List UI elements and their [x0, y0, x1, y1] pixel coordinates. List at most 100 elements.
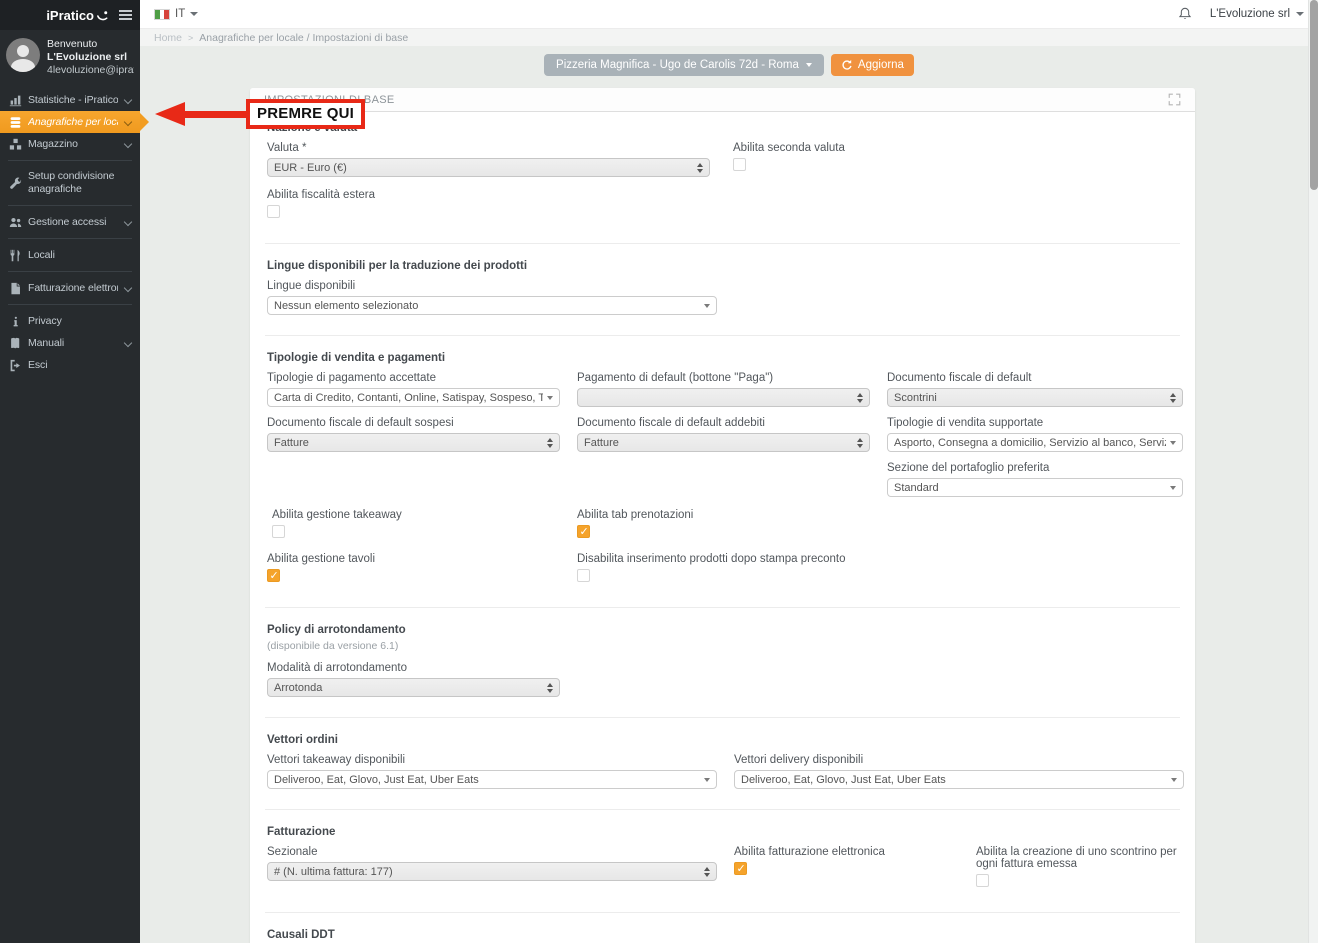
select-stepper-icon [704, 866, 710, 877]
preconto-checkbox[interactable] [577, 569, 590, 582]
section-heading: Fatturazione [267, 826, 336, 838]
sidebar-item-setup-condivisione[interactable]: Setup condivisione anagrafiche [0, 166, 140, 200]
vettori-delivery-label: Vettori delivery disponibili [734, 754, 864, 766]
select-stepper-icon [547, 682, 553, 693]
prenotazioni-checkbox[interactable] [577, 525, 590, 538]
wrench-icon [8, 177, 22, 190]
smile-logo-icon [97, 11, 108, 21]
takeaway-checkbox[interactable] [272, 525, 285, 538]
sidebar-item-privacy[interactable]: Privacy [0, 310, 140, 332]
valuta-label: Valuta * [267, 142, 307, 154]
fatt-elettronica-checkbox[interactable] [734, 862, 747, 875]
arrotondamento-label: Modalità di arrotondamento [267, 662, 407, 674]
divider [8, 271, 132, 272]
chevron-down-icon [124, 119, 131, 126]
lingue-multiselect[interactable]: Nessun elemento selezionato [267, 296, 717, 315]
bar-chart-icon [8, 94, 22, 107]
caret-down-icon [1296, 12, 1304, 16]
vendita-supportate-multiselect[interactable]: Asporto, Consegna a domicilio, Servizio … [887, 433, 1183, 452]
select-stepper-icon [857, 392, 863, 403]
sidebar-item-esci[interactable]: Esci [0, 354, 140, 376]
doc-addebiti-label: Documento fiscale di default addebiti [577, 417, 765, 429]
portafoglio-multiselect[interactable]: Standard [887, 478, 1183, 497]
app-logo[interactable]: iPratico [46, 7, 109, 23]
section-heading: Lingue disponibili per la traduzione dei… [267, 260, 528, 272]
doc-addebiti-select[interactable]: Fatture [577, 433, 870, 452]
doc-fiscale-label: Documento fiscale di default [887, 372, 1032, 384]
scontrino-per-fattura-checkbox[interactable] [976, 874, 989, 887]
refresh-button[interactable]: Aggiorna [830, 54, 914, 76]
select-stepper-icon [1170, 392, 1176, 403]
lingue-multiselect-value: Nessun elemento selezionato [274, 299, 419, 312]
cubes-icon [8, 138, 22, 151]
valuta-select[interactable]: EUR - Euro (€) [267, 158, 710, 177]
panel-header: IMPOSTAZIONI DI BASE [250, 88, 1195, 112]
hamburger-menu-icon[interactable] [119, 10, 132, 20]
section-heading: Tipologie di vendita e pagamenti [267, 352, 446, 364]
sidebar-item-gestione-accessi[interactable]: Gestione accessi [0, 211, 140, 233]
preconto-label: Disabilita inserimento prodotti dopo sta… [577, 553, 846, 565]
sidebar-item-label: Privacy [28, 314, 62, 327]
portafoglio-label: Sezione del portafoglio preferita [887, 462, 1050, 474]
scrollbar-thumb[interactable] [1310, 0, 1318, 190]
sidebar-item-label: Fatturazione elettronica [28, 281, 118, 294]
account-menu[interactable]: L'Evoluzione srl [1210, 8, 1304, 20]
sidebar-item-label: Anagrafiche per locale [28, 115, 118, 128]
sidebar-item-label: Gestione accessi [28, 215, 107, 228]
doc-addebiti-value: Fatture [584, 436, 619, 449]
panel-body: Nazione e valuta Valuta * EUR - Euro (€)… [250, 112, 1195, 943]
lingue-label: Lingue disponibili [267, 280, 356, 292]
notifications-bell-icon[interactable] [1178, 7, 1192, 21]
seconda-valuta-checkbox[interactable] [733, 158, 746, 171]
chevron-down-icon [124, 97, 131, 104]
sidebar-item-manuali[interactable]: Manuali [0, 332, 140, 354]
scrollbar-track[interactable] [1308, 0, 1318, 943]
refresh-icon [842, 59, 852, 70]
sign-out-icon [8, 359, 22, 372]
sidebar-item-anagrafiche-per-locale[interactable]: Anagrafiche per locale [0, 111, 149, 133]
pagamento-accettate-value: Carta di Credito, Contanti, Online, Sati… [274, 391, 543, 404]
fiscalita-estera-checkbox[interactable] [267, 205, 280, 218]
book-icon [8, 337, 22, 350]
expand-icon[interactable] [1168, 93, 1181, 106]
avatar[interactable] [6, 38, 40, 72]
fiscalita-estera-label: Abilita fiscalità estera [267, 189, 376, 201]
database-icon [8, 116, 22, 129]
account-name: L'Evoluzione srl [1209, 8, 1290, 20]
sezionale-select[interactable]: # (N. ultima fattura: 177) [267, 862, 717, 881]
divider [8, 160, 132, 161]
vettori-takeaway-multiselect[interactable]: Deliveroo, Eat, Glovo, Just Eat, Uber Ea… [267, 770, 717, 789]
pagamento-default-select[interactable] [577, 388, 870, 407]
user-name: L'Evoluzione srl [47, 51, 128, 63]
location-select-button[interactable]: Pizzeria Magnifica - Ugo de Carolis 72d … [544, 54, 824, 76]
arrotondamento-select[interactable]: Arrotonda [267, 678, 560, 697]
vendita-supportate-value: Asporto, Consegna a domicilio, Servizio … [894, 436, 1166, 449]
pagamento-accettate-multiselect[interactable]: Carta di Credito, Contanti, Online, Sati… [267, 388, 560, 407]
users-icon [8, 216, 22, 229]
vettori-delivery-multiselect[interactable]: Deliveroo, Eat, Glovo, Just Eat, Uber Ea… [734, 770, 1184, 789]
sidebar-item-magazzino[interactable]: Magazzino [0, 133, 140, 155]
sidebar-item-locali[interactable]: Locali [0, 244, 140, 266]
sidebar-logo-bar: iPratico [0, 0, 140, 30]
section-vettori: Vettori ordini Vettori takeaway disponib… [265, 717, 1184, 809]
valuta-select-value: EUR - Euro (€) [274, 161, 347, 174]
fatt-elettronica-label: Abilita fatturazione elettronica [734, 846, 885, 858]
sidebar-item-label: Esci [28, 358, 48, 371]
italy-flag-icon [154, 8, 170, 20]
divider [8, 304, 132, 305]
tavoli-checkbox[interactable] [267, 569, 280, 582]
tavoli-label: Abilita gestione tavoli [267, 553, 376, 565]
sidebar-item-statistiche[interactable]: Statistiche - iPratico eat [0, 89, 140, 111]
breadcrumb-home-link[interactable]: Home [154, 32, 182, 44]
callout-box: PREMRE QUI [246, 99, 366, 129]
breadcrumb-separator: > [188, 32, 194, 43]
doc-sospesi-select[interactable]: Fatture [267, 433, 560, 452]
sidebar-item-fatturazione-elettronica[interactable]: Fatturazione elettronica [0, 277, 140, 299]
scontrino-per-fattura-label: Abilita la creazione di uno scontrino pe… [976, 846, 1177, 870]
refresh-label: Aggiorna [857, 59, 904, 71]
language-selector[interactable]: IT [154, 8, 199, 20]
topbar: IT L'Evoluzione srl [140, 0, 1318, 29]
main-area: IT L'Evoluzione srl Home > Anagrafiche p… [140, 0, 1318, 943]
arrow-bar [183, 110, 248, 118]
doc-fiscale-select[interactable]: Scontrini [887, 388, 1183, 407]
